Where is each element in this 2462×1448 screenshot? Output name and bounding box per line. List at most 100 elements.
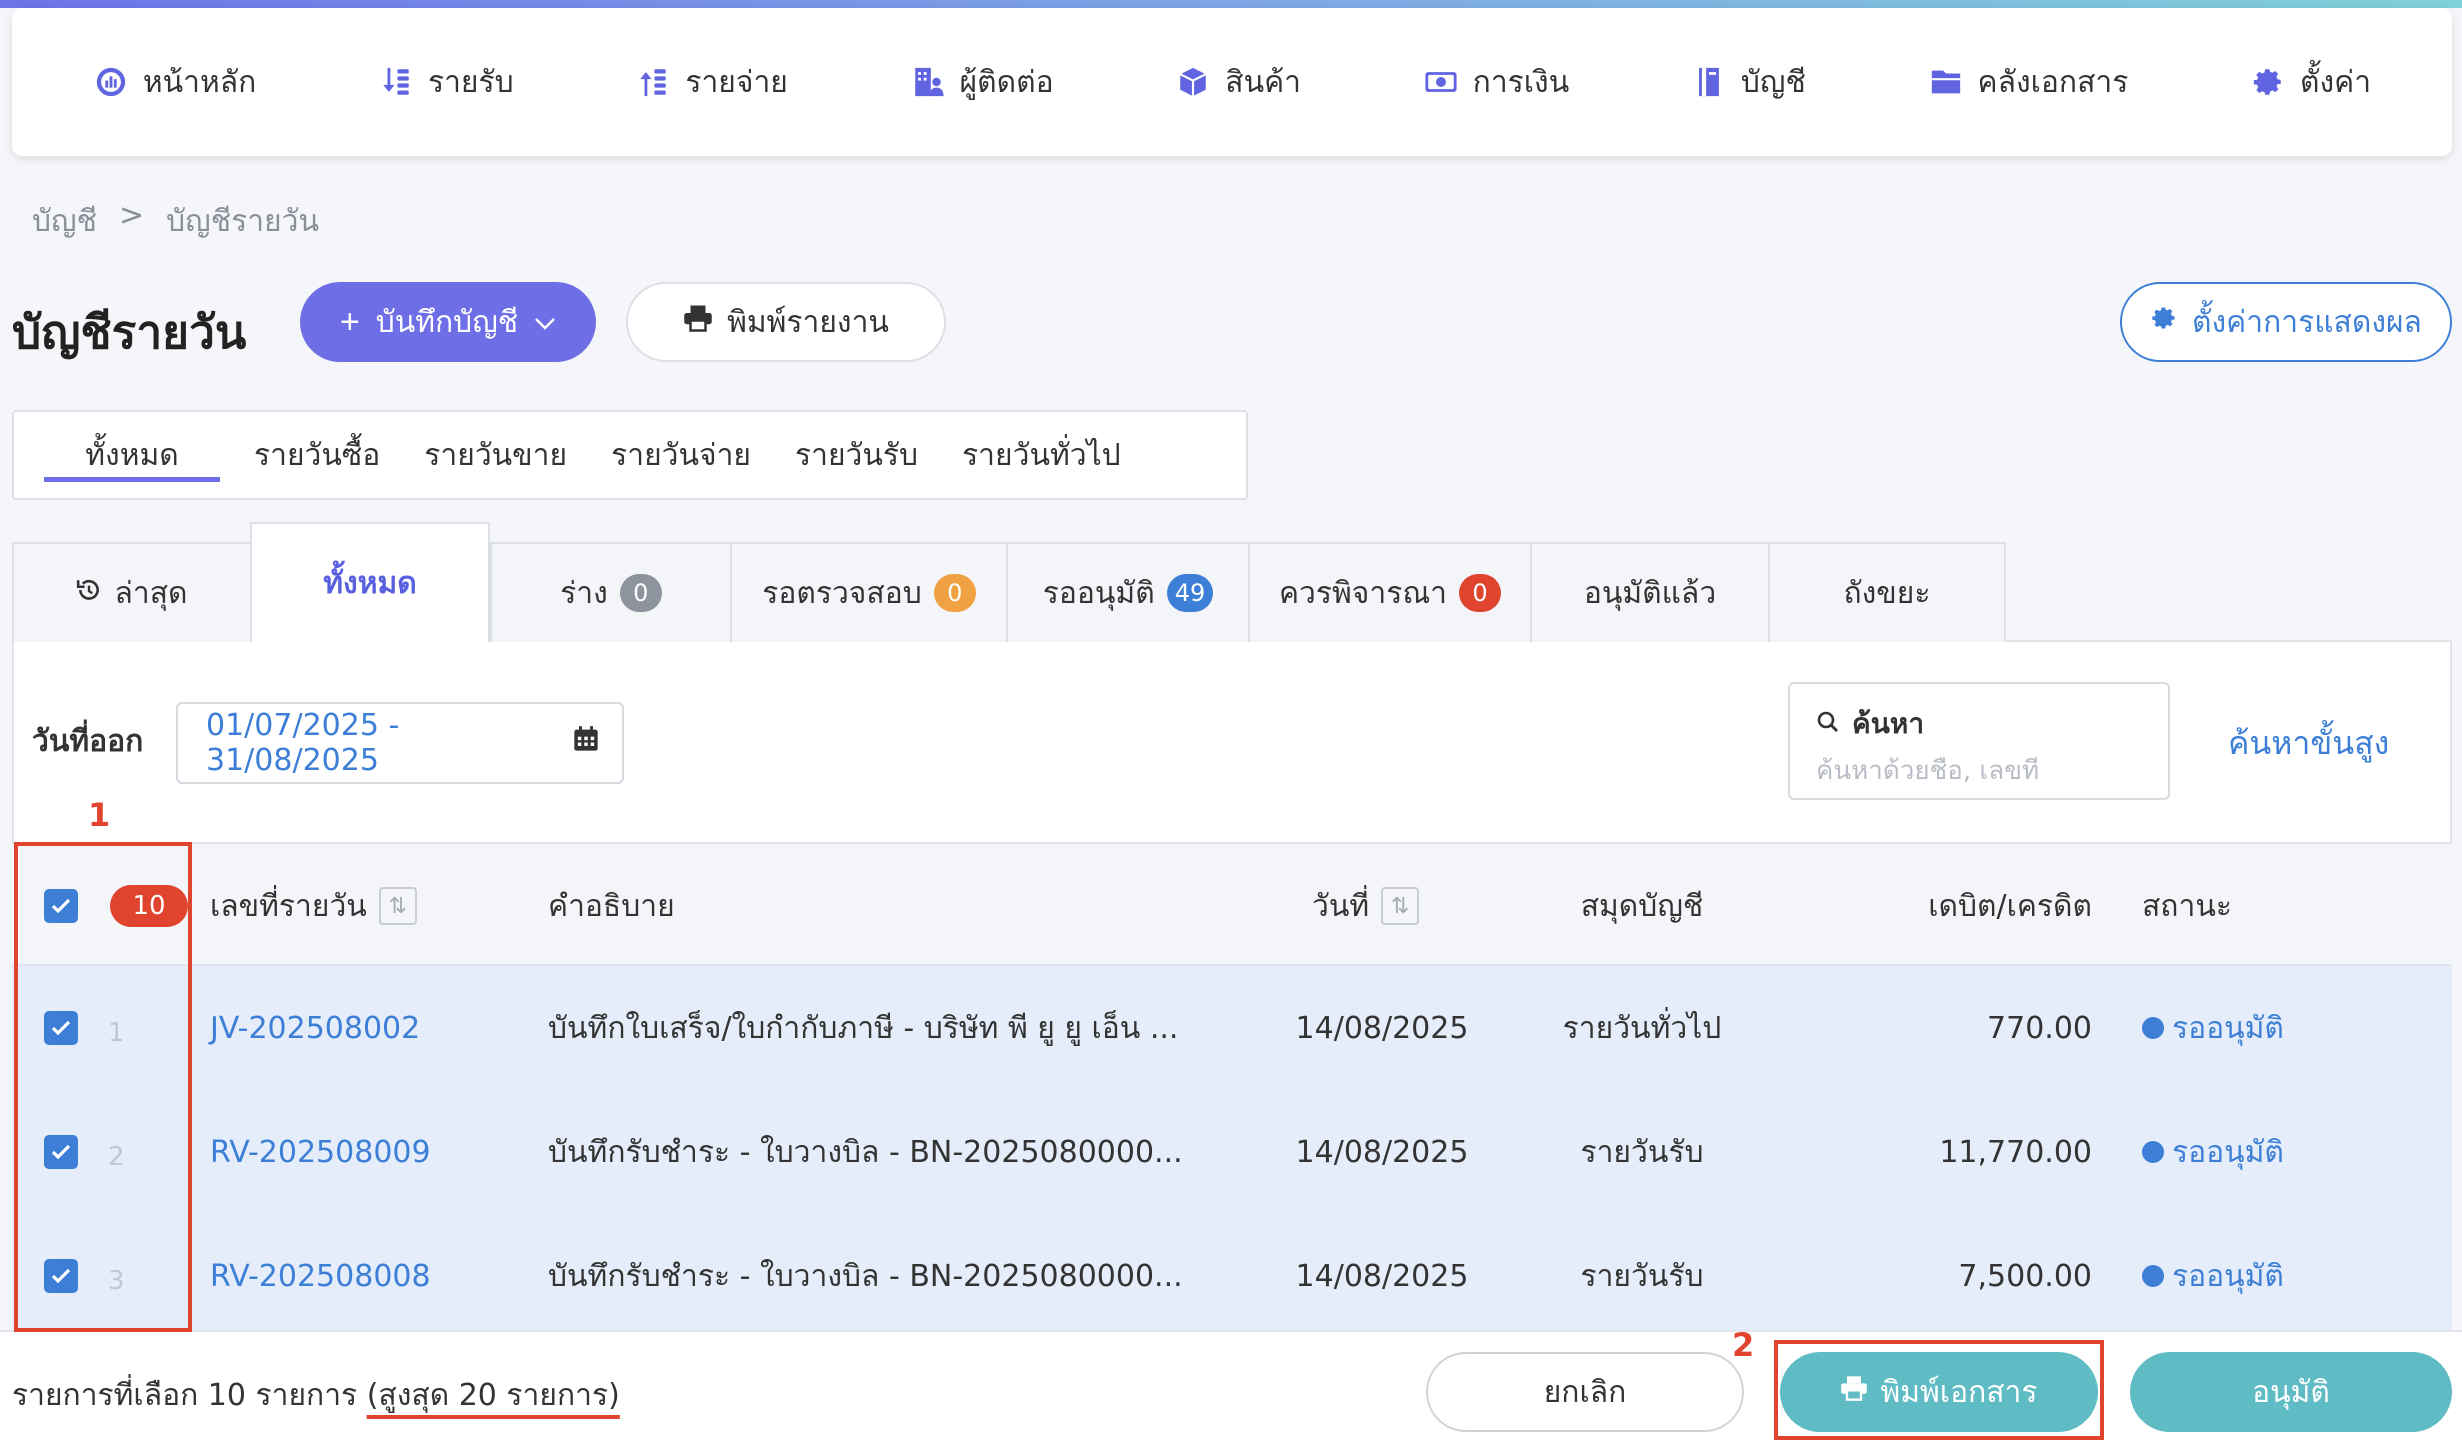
status-dot-icon bbox=[2142, 1017, 2164, 1039]
tab-draft[interactable]: ร่าง 0 bbox=[490, 542, 730, 642]
nav-home-label: หน้าหลัก bbox=[142, 64, 257, 100]
column-ledger-book: สมุดบัญชี bbox=[1512, 844, 1772, 968]
tab-trash[interactable]: ถังขยะ bbox=[1768, 542, 2006, 642]
nav-documents-label: คลังเอกสาร bbox=[1977, 64, 2129, 100]
nav-home[interactable]: หน้าหลัก bbox=[93, 59, 256, 106]
journal-number-link[interactable]: JV-202508002 bbox=[210, 966, 420, 1090]
tab-needs-consideration[interactable]: ควรพิจารณา 0 bbox=[1248, 542, 1530, 642]
column-date[interactable]: วันที่ ⇅ bbox=[1312, 844, 1420, 968]
tab-pending-approval[interactable]: รออนุมัติ 49 bbox=[1006, 542, 1248, 642]
column-description: คำอธิบาย bbox=[548, 844, 675, 968]
status-dot-icon bbox=[2142, 1265, 2164, 1287]
breadcrumb: บัญชี > บัญชีรายวัน bbox=[32, 198, 319, 245]
tab-trash-label: ถังขยะ bbox=[1843, 575, 1931, 611]
row-description: บันทึกรับชำระ - ใบวางบิล - BN-2025080000… bbox=[548, 1258, 1183, 1294]
breadcrumb-current: บัญชีรายวัน bbox=[166, 204, 319, 239]
column-ledger-book-label: สมุดบัญชี bbox=[1580, 888, 1704, 924]
dashboard-icon bbox=[93, 64, 129, 100]
journal-number-link[interactable]: RV-202508008 bbox=[210, 1214, 431, 1338]
pending-approval-count-badge: 49 bbox=[1166, 574, 1214, 612]
product-box-icon bbox=[1175, 64, 1211, 100]
sort-icon[interactable]: ⇅ bbox=[1381, 887, 1420, 925]
table-row[interactable]: 1 JV-202508002 บันทึกใบเสร็จ/ใบกำกับภาษี… bbox=[12, 966, 2452, 1090]
chevron-down-icon bbox=[534, 305, 556, 339]
tab-receipt-journal[interactable]: รายวันรับ bbox=[773, 412, 940, 498]
contacts-icon bbox=[910, 64, 946, 100]
tab-pending-approval-label: รออนุมัติ bbox=[1042, 575, 1155, 611]
gear-icon bbox=[2250, 64, 2286, 100]
approve-button[interactable]: อนุมัติ bbox=[2130, 1352, 2452, 1432]
needs-consideration-count-badge: 0 bbox=[1459, 574, 1502, 612]
tab-draft-label: ร่าง bbox=[560, 575, 608, 611]
table-row[interactable]: 3 RV-202508008 บันทึกรับชำระ - ใบวางบิล … bbox=[12, 1214, 2452, 1338]
tab-approved-label: อนุมัติแล้ว bbox=[1583, 575, 1717, 611]
advanced-search-link[interactable]: ค้นหาขั้นสูง bbox=[2228, 718, 2389, 769]
status-label: รออนุมัติ bbox=[2172, 1134, 2284, 1170]
row-date: 14/08/2025 bbox=[1295, 1258, 1469, 1294]
tab-latest[interactable]: ล่าสุด bbox=[12, 542, 250, 642]
printer-icon bbox=[683, 304, 713, 340]
print-report-button[interactable]: พิมพ์รายงาน bbox=[626, 282, 946, 362]
plus-icon: + bbox=[339, 303, 360, 341]
annotation-number-1: 1 bbox=[88, 796, 111, 834]
page-title: บัญชีรายวัน bbox=[12, 305, 247, 359]
search-input[interactable] bbox=[1816, 756, 2142, 786]
nav-documents[interactable]: คลังเอกสาร bbox=[1928, 59, 2129, 106]
top-accent-bar bbox=[0, 0, 2462, 8]
money-icon bbox=[1423, 64, 1459, 100]
tab-purchase-journal[interactable]: รายวันซื้อ bbox=[232, 412, 402, 498]
nav-income[interactable]: รายรับ bbox=[378, 59, 514, 106]
cancel-button[interactable]: ยกเลิก bbox=[1426, 1352, 1744, 1432]
tab-payment-journal[interactable]: รายวันจ่าย bbox=[589, 412, 773, 498]
tab-latest-label: ล่าสุด bbox=[114, 575, 188, 611]
tab-needs-consideration-label: ควรพิจารณา bbox=[1278, 575, 1448, 611]
breadcrumb-parent[interactable]: บัญชี bbox=[32, 198, 97, 245]
row-description: บันทึกใบเสร็จ/ใบกำกับภาษี - บริษัท พี ยู… bbox=[548, 1010, 1179, 1046]
tab-pending-review-label: รอตรวจสอบ bbox=[762, 575, 922, 611]
calendar-icon bbox=[572, 725, 600, 761]
nav-contacts[interactable]: ผู้ติดต่อ bbox=[910, 59, 1054, 106]
nav-accounting-label: บัญชี bbox=[1740, 64, 1806, 100]
nav-income-label: รายรับ bbox=[427, 64, 514, 100]
tab-all-journals[interactable]: ทั้งหมด bbox=[32, 412, 232, 498]
nav-accounting[interactable]: บัญชี bbox=[1691, 59, 1806, 106]
column-journal-number[interactable]: เลขที่รายวัน ⇅ bbox=[210, 844, 417, 968]
display-settings-button[interactable]: ตั้งค่าการแสดงผล bbox=[2120, 282, 2452, 362]
search-icon bbox=[1816, 708, 1840, 741]
nav-expense[interactable]: รายจ่าย bbox=[635, 59, 788, 106]
table-header: 10 เลขที่รายวัน ⇅ คำอธิบาย วันที่ ⇅ สมุด… bbox=[12, 842, 2452, 966]
journal-number-link[interactable]: RV-202508009 bbox=[210, 1090, 431, 1214]
nav-finance-label: การเงิน bbox=[1472, 64, 1570, 100]
row-date: 14/08/2025 bbox=[1295, 1010, 1469, 1046]
row-amount: 7,500.00 bbox=[1958, 1258, 2092, 1294]
tab-all-status[interactable]: ทั้งหมด bbox=[250, 522, 490, 642]
record-journal-button[interactable]: + บันทึกบัญชี bbox=[300, 282, 596, 362]
tab-general-journal[interactable]: รายวันทั่วไป bbox=[940, 412, 1143, 498]
column-status-label: สถานะ bbox=[2142, 888, 2232, 924]
annotation-number-2: 2 bbox=[1732, 1326, 1755, 1364]
status-label: รออนุมัติ bbox=[2172, 1010, 2284, 1046]
row-date: 14/08/2025 bbox=[1295, 1134, 1469, 1170]
draft-count-badge: 0 bbox=[619, 574, 662, 612]
row-amount: 11,770.00 bbox=[1939, 1134, 2092, 1170]
search-box: ค้นหา bbox=[1788, 682, 2170, 800]
gear-icon bbox=[2150, 304, 2178, 340]
status-dot-icon bbox=[2142, 1141, 2164, 1163]
sort-icon[interactable]: ⇅ bbox=[378, 887, 417, 925]
row-ledger-book: รายวันรับ bbox=[1580, 1134, 1704, 1170]
nav-finance[interactable]: การเงิน bbox=[1423, 59, 1570, 106]
pending-review-count-badge: 0 bbox=[933, 574, 976, 612]
nav-products[interactable]: สินค้า bbox=[1175, 59, 1301, 106]
nav-settings-label: ตั้งค่า bbox=[2300, 64, 2372, 100]
record-journal-label: บันทึกบัญชี bbox=[375, 305, 519, 339]
tab-sales-journal[interactable]: รายวันขาย bbox=[402, 412, 589, 498]
status-badge: รออนุมัติ bbox=[2142, 1090, 2284, 1214]
tab-approved[interactable]: อนุมัติแล้ว bbox=[1530, 542, 1768, 642]
tab-pending-review[interactable]: รอตรวจสอบ 0 bbox=[730, 542, 1006, 642]
nav-products-label: สินค้า bbox=[1225, 64, 1301, 100]
date-range-picker[interactable]: 01/07/2025 - 31/08/2025 bbox=[176, 702, 624, 784]
table-row[interactable]: 2 RV-202508009 บันทึกรับชำระ - ใบวางบิล … bbox=[12, 1090, 2452, 1214]
column-description-label: คำอธิบาย bbox=[548, 888, 675, 924]
date-range-value: 01/07/2025 - 31/08/2025 bbox=[206, 708, 400, 778]
nav-settings[interactable]: ตั้งค่า bbox=[2250, 59, 2371, 106]
